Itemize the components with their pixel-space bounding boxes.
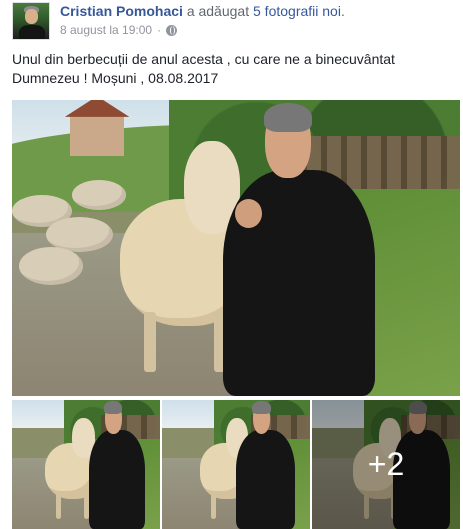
author-avatar[interactable] xyxy=(12,2,50,40)
author-name-link[interactable]: Cristian Pomohaci xyxy=(60,3,183,19)
post-meta: 8 august la 19:00 · xyxy=(60,23,178,37)
post-text: Unul din berbecuții de anul acesta , cu … xyxy=(12,51,395,86)
photo-thumbnail-1[interactable] xyxy=(12,400,160,529)
more-photos-overlay[interactable]: +2 xyxy=(312,400,460,529)
post-header: Cristian Pomohaci a adăugat 5 fotografii… xyxy=(12,2,453,40)
post-headline: Cristian Pomohaci a adăugat 5 fotografii… xyxy=(60,3,345,19)
main-photo[interactable] xyxy=(12,100,460,396)
action-suffix: . xyxy=(340,3,345,19)
globe-icon[interactable] xyxy=(166,24,178,36)
photo-thumbnail-2[interactable] xyxy=(162,400,310,529)
action-text: a adăugat xyxy=(186,3,250,19)
photos-count-link[interactable]: 5 fotografii noi xyxy=(253,3,341,19)
photo-thumbnail-3[interactable]: +2 xyxy=(312,400,460,529)
person-image xyxy=(222,103,375,396)
more-photos-count: +2 xyxy=(367,446,405,482)
post-timestamp-link[interactable]: 8 august la 19:00 xyxy=(60,23,152,37)
meta-separator: · xyxy=(157,23,162,37)
